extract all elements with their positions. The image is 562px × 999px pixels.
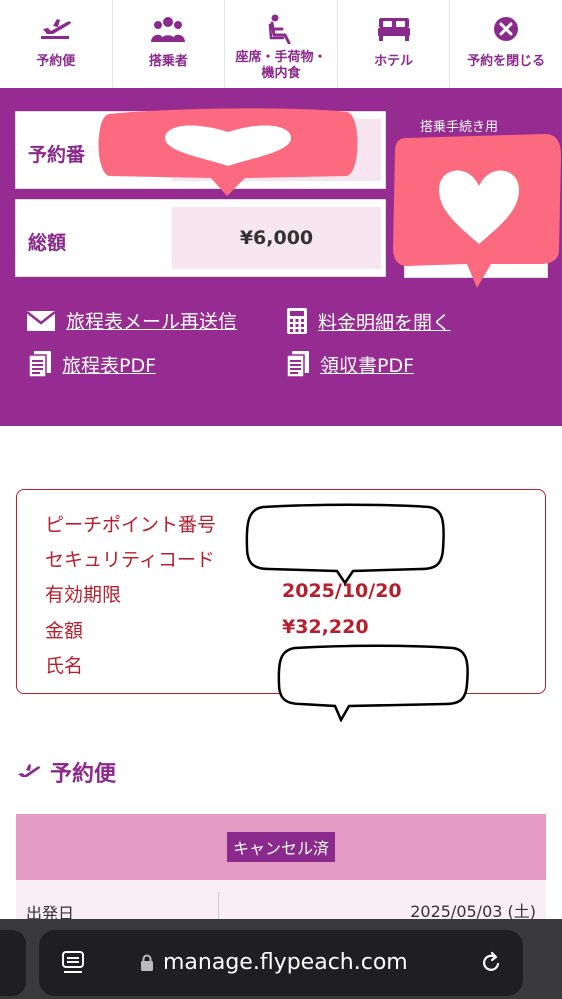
page-menu-icon[interactable] xyxy=(61,950,85,980)
browser-toolbar: manage.flypeach.com xyxy=(0,919,562,999)
people-icon xyxy=(151,14,186,44)
link-label: 料金明細を開く xyxy=(318,311,452,334)
nav-label: 予約便 xyxy=(36,54,76,69)
bed-icon xyxy=(377,14,411,44)
status-badge: キャンセル済 xyxy=(226,832,335,862)
redaction-bubble xyxy=(245,503,445,585)
close-circle-icon xyxy=(489,14,523,44)
name-label: 氏名 xyxy=(45,655,84,677)
nav-label: ホテル xyxy=(374,54,414,69)
reservation-number-label: 予約番 xyxy=(28,144,86,166)
link-label: 旅程表メール再送信 xyxy=(66,311,238,333)
reserved-flights-heading: 予約便 xyxy=(16,756,116,788)
nav-hotel[interactable]: ホテル xyxy=(338,0,451,88)
redaction-bubble xyxy=(277,644,469,722)
mail-icon xyxy=(26,310,56,332)
redaction-heart-sticker xyxy=(98,108,358,196)
total-amount-value: ¥6,000 xyxy=(172,207,381,269)
nav-label: 搭乗者 xyxy=(148,54,188,69)
plane-icon xyxy=(39,14,73,44)
total-amount-box: 総額 ¥6,000 xyxy=(15,199,386,277)
flight-card-header: キャンセル済 xyxy=(16,814,546,880)
nav-seats-baggage-meals[interactable]: 座席・手荷物・ 機内食 xyxy=(225,0,338,88)
nav-flights[interactable]: 予約便 xyxy=(0,0,113,88)
lock-icon xyxy=(140,954,154,976)
resend-itinerary-email-link[interactable]: 旅程表メール再送信 xyxy=(26,307,237,334)
nav-label: 座席・手荷物・ 機内食 xyxy=(235,50,326,82)
seat-icon xyxy=(264,14,298,44)
nav-label-line2: 機内食 xyxy=(261,66,301,81)
nav-close-reservation[interactable]: 予約を閉じる xyxy=(450,0,562,88)
receipt-pdf-link[interactable]: 領収書PDF xyxy=(286,350,414,378)
previous-tab-edge[interactable] xyxy=(0,930,26,996)
url-text: manage.flypeach.com xyxy=(163,950,408,975)
calculator-icon xyxy=(286,307,308,335)
point-number-label: ピーチポイント番号 xyxy=(45,514,217,536)
expiry-label: 有効期限 xyxy=(45,584,122,606)
amount-label: 金額 xyxy=(45,620,84,642)
nav-passengers[interactable]: 搭乗者 xyxy=(113,0,226,88)
nav-label: 予約を閉じる xyxy=(467,54,546,69)
total-amount-label: 総額 xyxy=(28,232,67,254)
document-icon xyxy=(286,350,310,378)
redaction-heart-sticker xyxy=(393,134,561,288)
address-bar[interactable]: manage.flypeach.com xyxy=(39,930,523,996)
itinerary-pdf-link[interactable]: 旅程表PDF xyxy=(28,350,156,378)
plane-icon xyxy=(16,762,42,782)
document-icon xyxy=(28,350,52,378)
open-fare-details-link[interactable]: 料金明細を開く xyxy=(286,307,451,335)
security-code-label: セキュリティコード xyxy=(45,549,215,571)
top-navigation: 予約便 搭乗者 座席・手荷物・ 機内食 ホテル 予約を閉じる xyxy=(0,0,562,88)
section-title-text: 予約便 xyxy=(50,762,117,787)
link-label: 旅程表PDF xyxy=(62,354,157,377)
nav-label-line1: 座席・手荷物・ xyxy=(235,50,327,65)
reload-icon[interactable] xyxy=(479,950,503,980)
amount-value: ¥32,220 xyxy=(282,616,369,638)
link-label: 領収書PDF xyxy=(320,354,415,377)
